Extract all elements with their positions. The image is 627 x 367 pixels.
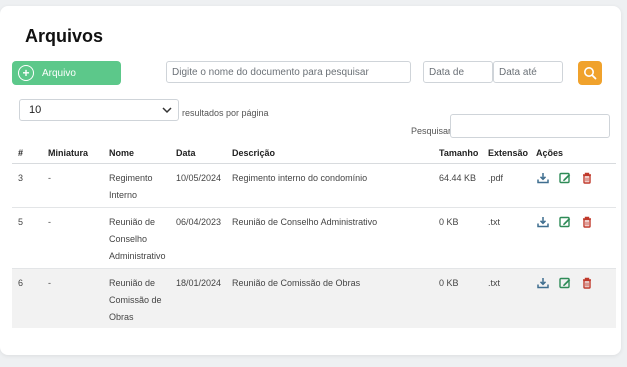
page-title: Arquivos [25, 26, 104, 46]
cell-id: 6 [12, 268, 42, 328]
cell-actions [530, 268, 616, 328]
cell-name: Reunião de Comissão de Obras [103, 268, 170, 328]
add-file-label: Arquivo [42, 67, 76, 79]
cell-name: Reunião de Conselho Administrativo [103, 207, 170, 269]
col-size-header: Tamanho [433, 143, 482, 164]
col-description-header: Descrição [226, 143, 433, 164]
cell-size: 0 KB [433, 207, 482, 269]
document-search-placeholder: Digite o nome do documento para pesquisa… [172, 66, 369, 78]
download-icon[interactable] [536, 215, 550, 229]
plus-circle-icon: + [18, 65, 34, 81]
edit-icon[interactable] [558, 276, 572, 290]
table-header-row: # Miniatura Nome Data Descrição Tamanho … [12, 143, 616, 164]
col-id-header: # [12, 143, 42, 164]
cell-actions [530, 163, 616, 208]
cell-extension: .txt [482, 268, 530, 328]
cell-thumbnail: - [42, 163, 103, 208]
per-page-label: resultados por página [182, 108, 269, 118]
page-size-value: 10 [29, 104, 42, 116]
cell-description: Regimento interno do condomínio [226, 163, 433, 208]
cell-date: 18/01/2024 [170, 268, 226, 328]
cell-thumbnail: - [42, 207, 103, 269]
files-table: # Miniatura Nome Data Descrição Tamanho … [12, 143, 616, 328]
cell-extension: .pdf [482, 163, 530, 208]
search-button[interactable] [578, 61, 602, 85]
cell-size: 64.44 KB [433, 163, 482, 208]
files-table-container: 10 resultados por página Pesquisar # Min… [12, 94, 616, 328]
date-to-field[interactable]: Data até [493, 61, 563, 83]
edit-icon[interactable] [558, 215, 572, 229]
cell-description: Reunião de Comissão de Obras [226, 268, 433, 328]
cell-date: 10/05/2024 [170, 163, 226, 208]
download-icon[interactable] [536, 171, 550, 185]
trash-icon[interactable] [580, 215, 594, 229]
cell-extension: .txt [482, 207, 530, 269]
cell-date: 06/04/2023 [170, 207, 226, 269]
cell-size: 0 KB [433, 268, 482, 328]
table-search-label: Pesquisar [411, 126, 452, 136]
trash-icon[interactable] [580, 171, 594, 185]
col-date-header: Data [170, 143, 226, 164]
cell-description: Reunião de Conselho Administrativo [226, 207, 433, 269]
edit-icon[interactable] [558, 171, 572, 185]
download-icon[interactable] [536, 276, 550, 290]
col-actions-header: Ações [530, 143, 616, 164]
col-name-header: Nome [103, 143, 170, 164]
cell-id: 3 [12, 163, 42, 208]
document-search-input[interactable]: Digite o nome do documento para pesquisa… [166, 61, 411, 83]
col-thumbnail-header: Miniatura [42, 143, 103, 164]
cell-name: Regimento Interno [103, 163, 170, 208]
files-panel: Arquivos + Arquivo Digite o nome do docu… [0, 6, 621, 355]
table-row: 3 - Regimento Interno 10/05/2024 Regimen… [12, 163, 616, 208]
table-row: 5 - Reunião de Conselho Administrativo 0… [12, 207, 616, 269]
cell-id: 5 [12, 207, 42, 269]
date-from-field[interactable]: Data de [423, 61, 493, 83]
col-extension-header: Extensão [482, 143, 530, 164]
cell-actions [530, 207, 616, 269]
date-to-placeholder: Data até [499, 66, 537, 78]
page-size-select[interactable]: 10 [19, 99, 179, 121]
chevron-down-icon [162, 107, 172, 114]
add-file-button[interactable]: + Arquivo [12, 61, 121, 85]
date-from-placeholder: Data de [429, 66, 465, 78]
table-row: 6 - Reunião de Comissão de Obras 18/01/2… [12, 268, 616, 328]
trash-icon[interactable] [580, 276, 594, 290]
cell-thumbnail: - [42, 268, 103, 328]
search-icon [584, 67, 597, 80]
table-search-input[interactable] [450, 114, 610, 138]
